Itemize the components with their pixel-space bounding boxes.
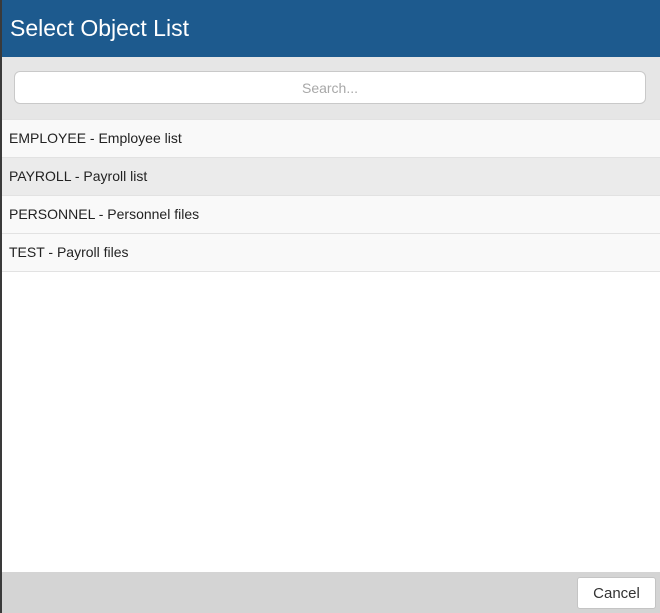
dialog-footer: Cancel	[2, 572, 660, 613]
list-item-personnel[interactable]: PERSONNEL - Personnel files	[2, 196, 660, 234]
search-bar	[2, 57, 660, 119]
select-object-list-dialog: Select Object List EMPLOYEE - Employee l…	[0, 0, 660, 613]
object-list: EMPLOYEE - Employee list PAYROLL - Payro…	[2, 119, 660, 272]
cancel-button[interactable]: Cancel	[577, 577, 656, 609]
search-input[interactable]	[14, 71, 646, 104]
dialog-title: Select Object List	[2, 0, 660, 57]
list-item-employee[interactable]: EMPLOYEE - Employee list	[2, 119, 660, 158]
list-item-test[interactable]: TEST - Payroll files	[2, 234, 660, 272]
list-item-payroll[interactable]: PAYROLL - Payroll list	[2, 158, 660, 196]
